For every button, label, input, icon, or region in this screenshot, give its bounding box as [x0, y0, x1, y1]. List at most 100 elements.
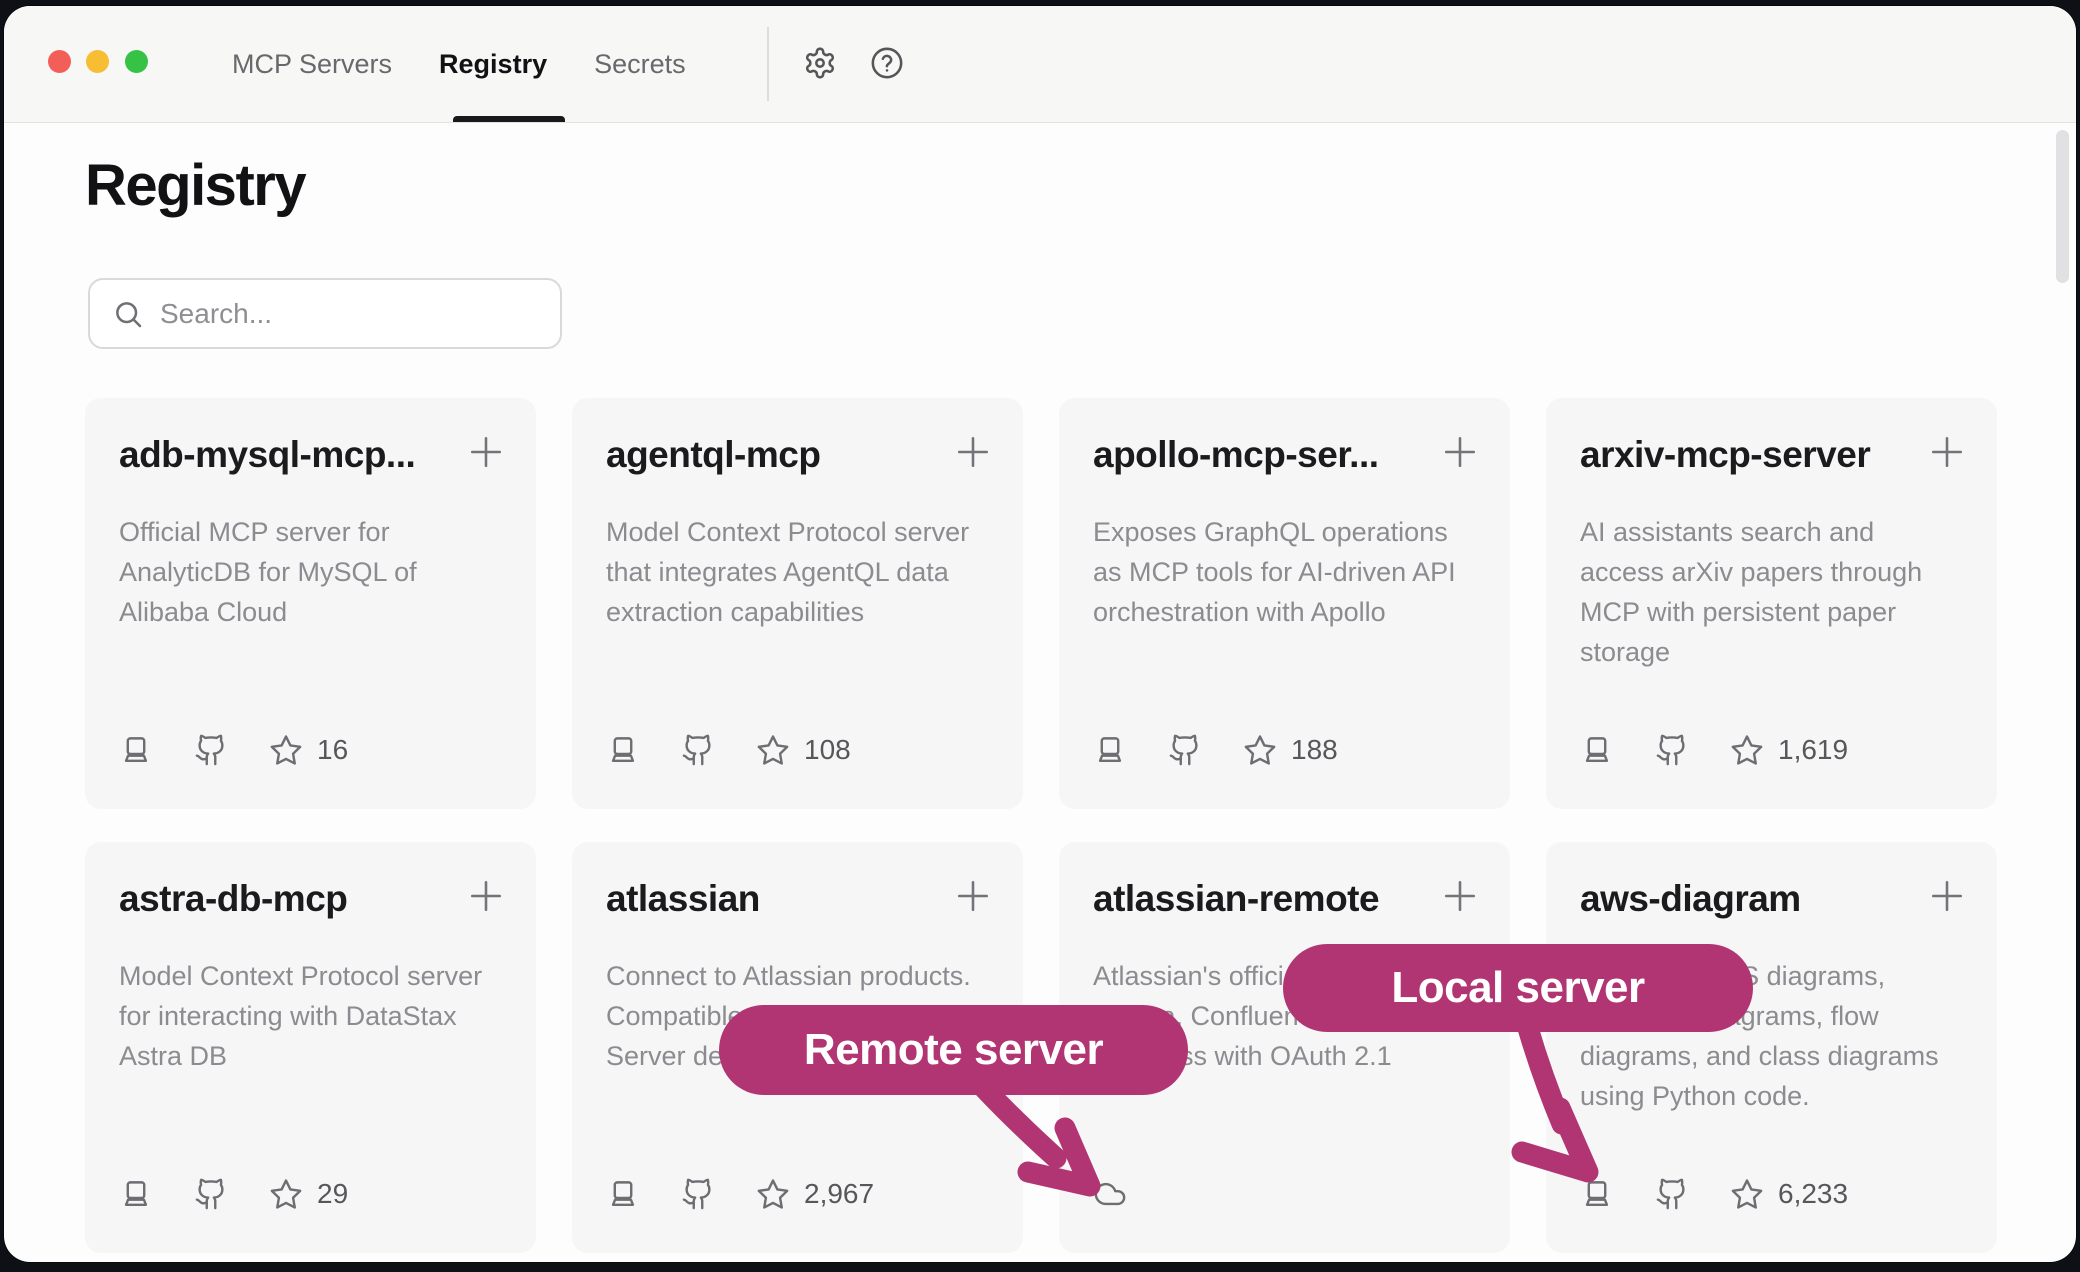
server-card[interactable]: apollo-mcp-ser... Exposes GraphQL operat… [1059, 398, 1510, 809]
add-server-button[interactable] [1438, 874, 1482, 918]
tab-registry[interactable]: Registry [439, 49, 547, 80]
server-name: atlassian-remote [1093, 878, 1432, 920]
server-card-grid: adb-mysql-mcp... Official MCP server for… [85, 398, 1997, 1253]
plus-icon [1925, 874, 1969, 918]
server-description: Model Context Protocol server for intera… [119, 956, 502, 1076]
github-icon [1655, 733, 1689, 767]
star-rating: 1,619 [1730, 733, 1848, 767]
star-count: 16 [317, 734, 348, 766]
cloud-icon [1093, 1177, 1127, 1211]
server-meta-remote [1093, 1177, 1127, 1211]
tab-secrets[interactable]: Secrets [594, 49, 686, 80]
local-server-callout-label: Local server [1391, 963, 1644, 1013]
server-name: agentql-mcp [606, 434, 945, 476]
star-icon [1730, 733, 1764, 767]
titlebar-tabs: MCP Servers Registry Secrets [232, 6, 686, 122]
star-count: 6,233 [1778, 1178, 1848, 1210]
plus-icon [1438, 874, 1482, 918]
plus-icon [1925, 430, 1969, 474]
remote-server-callout-label: Remote server [804, 1025, 1103, 1075]
server-description: Official MCP server for AnalyticDB for M… [119, 512, 502, 632]
plus-icon [951, 430, 995, 474]
server-card-header: astra-db-mcp [119, 878, 502, 920]
server-card[interactable]: aws-diagram Generate AWS diagrams, seque… [1546, 842, 1997, 1253]
star-count: 188 [1291, 734, 1338, 766]
star-icon [269, 1177, 303, 1211]
star-count: 1,619 [1778, 734, 1848, 766]
laptop-icon [1580, 733, 1614, 767]
server-card-header: atlassian-remote [1093, 878, 1476, 920]
server-meta: 6,233 [1580, 1177, 1848, 1211]
minimize-window-button[interactable] [86, 50, 109, 73]
star-rating: 29 [269, 1177, 348, 1211]
plus-icon [1438, 430, 1482, 474]
server-card-header: agentql-mcp [606, 434, 989, 476]
server-description: Exposes GraphQL operations as MCP tools … [1093, 512, 1476, 632]
tab-mcp-servers[interactable]: MCP Servers [232, 49, 392, 80]
server-name: aws-diagram [1580, 878, 1919, 920]
star-rating: 6,233 [1730, 1177, 1848, 1211]
add-server-button[interactable] [464, 430, 508, 474]
plus-icon [464, 874, 508, 918]
server-name: apollo-mcp-ser... [1093, 434, 1432, 476]
github-icon [1655, 1177, 1689, 1211]
server-name: arxiv-mcp-server [1580, 434, 1919, 476]
close-window-button[interactable] [48, 50, 71, 73]
laptop-icon [606, 733, 640, 767]
add-server-button[interactable] [1925, 430, 1969, 474]
search-box [88, 278, 562, 349]
page-title: Registry [85, 152, 305, 219]
titlebar-divider [767, 27, 769, 101]
active-tab-underline [453, 116, 565, 122]
server-card-header: arxiv-mcp-server [1580, 434, 1963, 476]
zoom-window-button[interactable] [125, 50, 148, 73]
server-description: AI assistants search and access arXiv pa… [1580, 512, 1963, 672]
titlebar: MCP Servers Registry Secrets [4, 6, 2076, 123]
add-server-button[interactable] [1438, 430, 1482, 474]
search-icon [112, 298, 144, 330]
github-icon [1168, 733, 1202, 767]
local-server-callout: Local server [1283, 944, 1753, 1032]
star-icon [1730, 1177, 1764, 1211]
server-meta: 188 [1093, 733, 1338, 767]
help-icon[interactable] [868, 44, 906, 82]
server-meta: 29 [119, 1177, 348, 1211]
remote-server-callout: Remote server [719, 1005, 1188, 1095]
scrollbar-thumb[interactable] [2056, 130, 2069, 283]
star-rating: 188 [1243, 733, 1338, 767]
github-icon [194, 1177, 228, 1211]
add-server-button[interactable] [464, 874, 508, 918]
server-card-header: apollo-mcp-ser... [1093, 434, 1476, 476]
server-meta: 2,967 [606, 1177, 874, 1211]
star-icon [756, 733, 790, 767]
github-icon [681, 1177, 715, 1211]
laptop-icon [606, 1177, 640, 1211]
star-count: 2,967 [804, 1178, 874, 1210]
laptop-icon [119, 733, 153, 767]
add-server-button[interactable] [951, 430, 995, 474]
star-count: 29 [317, 1178, 348, 1210]
server-card-header: aws-diagram [1580, 878, 1963, 920]
server-name: astra-db-mcp [119, 878, 458, 920]
server-meta: 16 [119, 733, 348, 767]
add-server-button[interactable] [1925, 874, 1969, 918]
server-card[interactable]: adb-mysql-mcp... Official MCP server for… [85, 398, 536, 809]
server-card[interactable]: agentql-mcp Model Context Protocol serve… [572, 398, 1023, 809]
server-meta: 1,619 [1580, 733, 1848, 767]
server-card[interactable]: arxiv-mcp-server AI assistants search an… [1546, 398, 1997, 809]
plus-icon [951, 874, 995, 918]
star-rating: 16 [269, 733, 348, 767]
search-input[interactable] [144, 298, 560, 330]
github-icon [681, 733, 715, 767]
settings-gear-icon[interactable] [801, 44, 839, 82]
add-server-button[interactable] [951, 874, 995, 918]
server-name: atlassian [606, 878, 945, 920]
server-description: Model Context Protocol server that integ… [606, 512, 989, 632]
star-rating: 2,967 [756, 1177, 874, 1211]
star-count: 108 [804, 734, 851, 766]
laptop-icon [1093, 733, 1127, 767]
plus-icon [464, 430, 508, 474]
server-card-header: atlassian [606, 878, 989, 920]
laptop-icon [1580, 1177, 1614, 1211]
server-card[interactable]: astra-db-mcp Model Context Protocol serv… [85, 842, 536, 1253]
